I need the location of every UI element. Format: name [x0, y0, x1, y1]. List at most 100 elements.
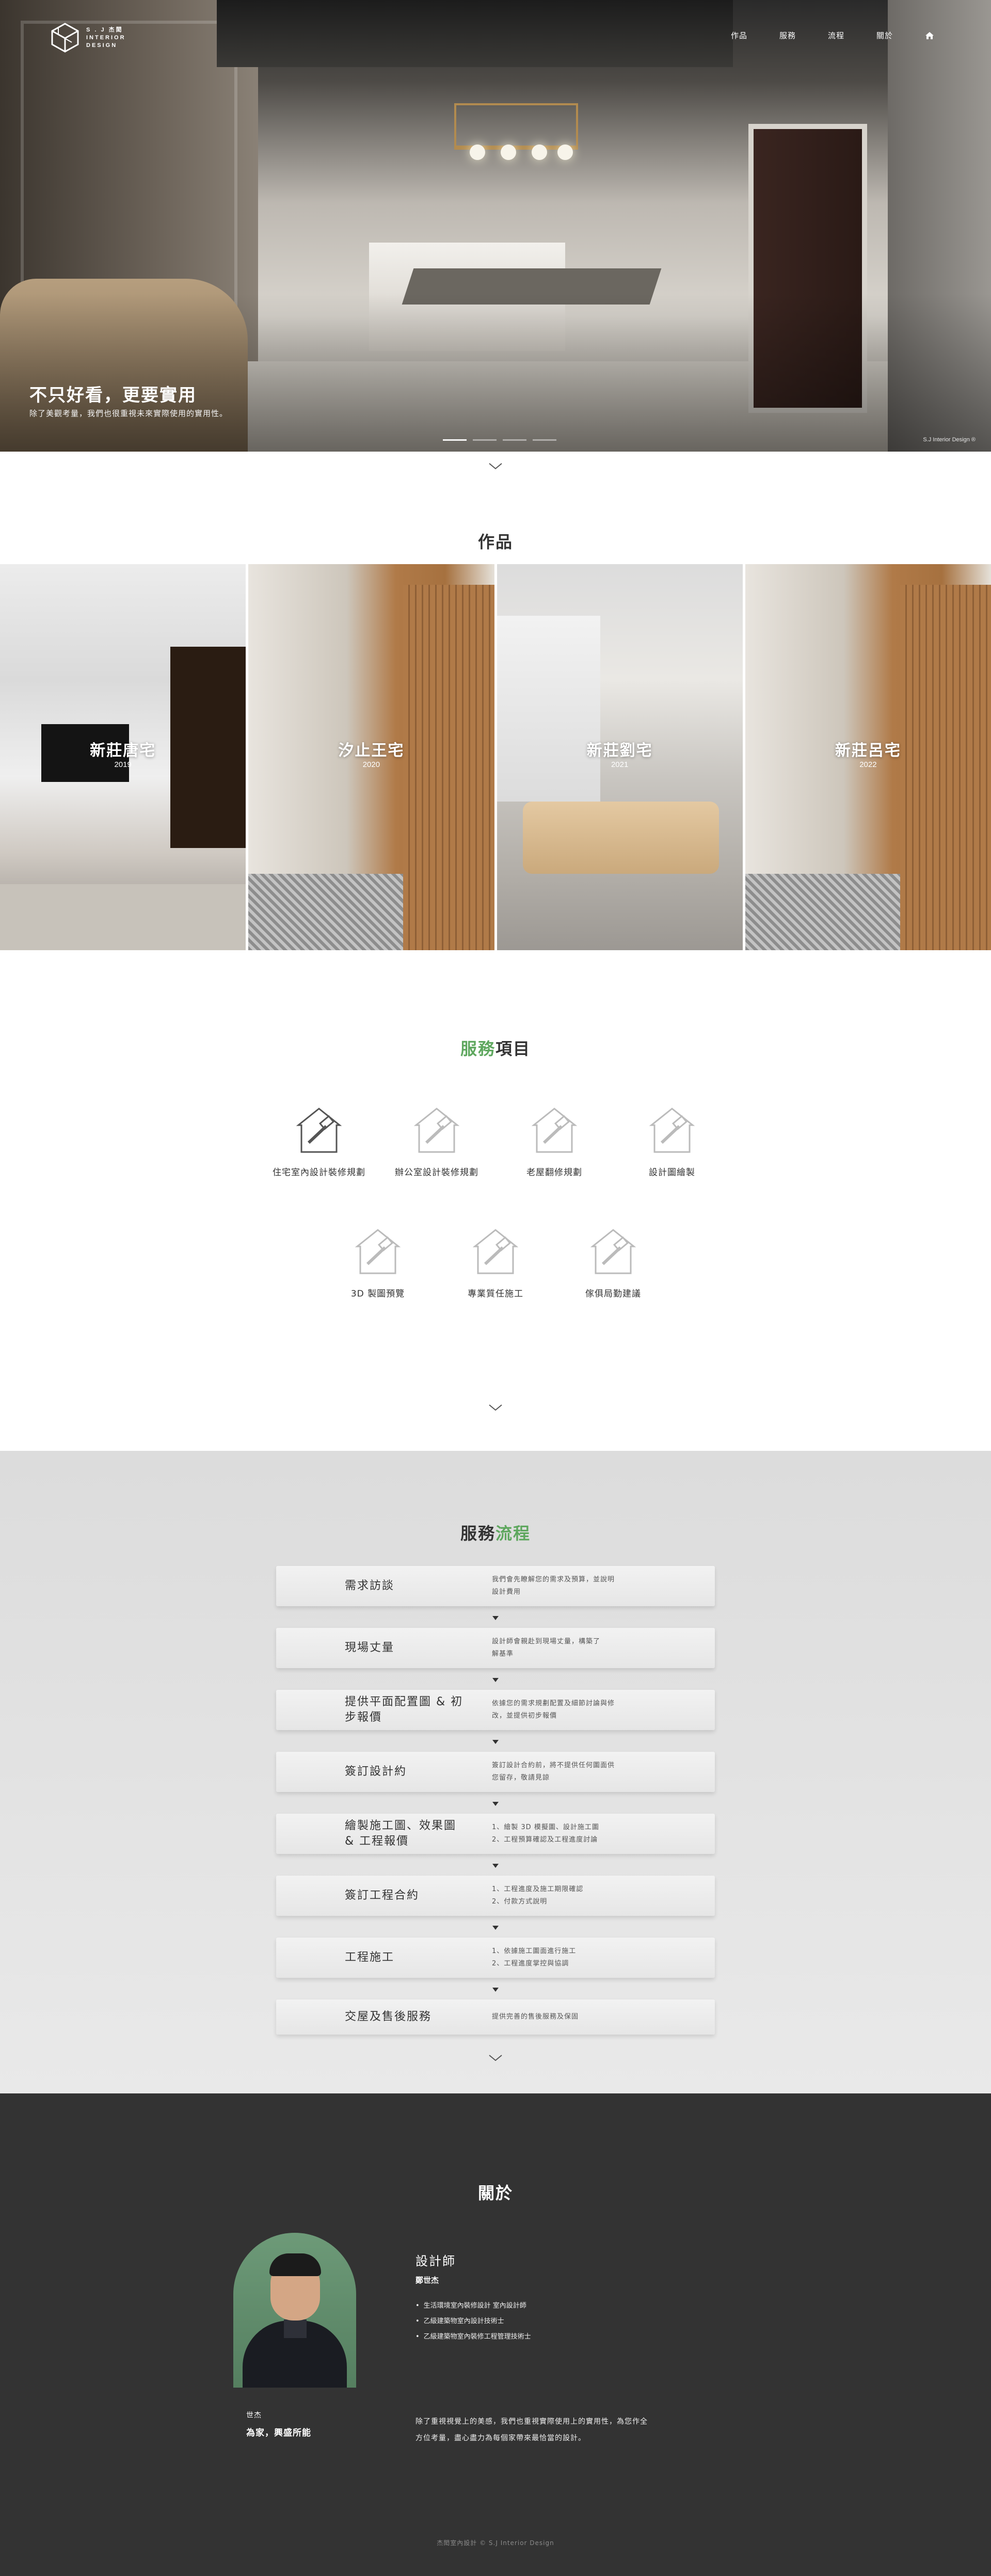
service-label: 住宅室內設計裝修規劃	[273, 1167, 365, 1178]
brand-logo[interactable]: S . J 杰閎 INTERIOR DESIGN	[49, 22, 126, 54]
service-item[interactable]: 設計圖繪製	[623, 1105, 721, 1180]
nav-process[interactable]: 流程	[828, 30, 844, 41]
step-desc-line: 2、付款方式說明	[492, 1898, 548, 1906]
work-name: 新莊呂宅	[835, 742, 901, 760]
step-description: 設計師會親赴到現場丈量，構築了 解基準	[492, 1628, 662, 1668]
service-label: 設計圖繪製	[649, 1167, 695, 1178]
work-photo-tiles	[745, 874, 900, 950]
service-item[interactable]: 辦公室設計裝修規劃	[388, 1105, 486, 1180]
slider-dot[interactable]	[533, 439, 556, 441]
work-photo-floor	[0, 884, 246, 950]
process-title-plain: 服務	[460, 1524, 496, 1543]
service-label: 專業質任施工	[468, 1289, 523, 1299]
top-navigation: 作品 服務 流程 關於	[731, 30, 934, 41]
work-name: 新莊劉宅	[586, 742, 653, 760]
nav-about[interactable]: 關於	[876, 30, 893, 41]
work-card[interactable]: 汐止王宅 2020	[248, 564, 494, 950]
slider-dot[interactable]	[443, 439, 467, 441]
service-item[interactable]: 3D 製圖預覽	[329, 1226, 427, 1301]
works-gallery: 新莊唐宅 2019 汐止王宅 2020 新莊劉宅 2021 新莊呂宅 2022	[0, 564, 991, 950]
nav-works[interactable]: 作品	[731, 30, 747, 41]
step-arrow-icon	[492, 1988, 499, 1992]
work-card[interactable]: 新莊唐宅 2019	[0, 564, 246, 950]
process-step: 需求訪談 我們會先瞭解您的需求及預算，並說明 設計費用	[276, 1566, 715, 1606]
process-title-accent: 流程	[496, 1524, 531, 1543]
step-desc-line: 解基準	[492, 1650, 514, 1658]
step-desc-line: 1、工程進度及施工期限確認	[492, 1885, 584, 1893]
step-arrow-icon	[492, 1616, 499, 1620]
process-step: 工程施工 1、依據施工圖面進行施工 2、工程進度掌控與協調	[276, 1938, 715, 1978]
step-desc-line: 改，並提供初步報價	[492, 1712, 557, 1720]
service-item[interactable]: 傢俱局勤建議	[564, 1226, 662, 1301]
process-step: 繪製施工圖、效果圖 & 工程報價 1、繪製 3D 模擬圖、設計施工圖 2、工程預…	[276, 1814, 715, 1854]
service-item[interactable]: 住宅室內設計裝修規劃	[270, 1105, 368, 1180]
scroll-down-chevron-icon[interactable]	[488, 462, 503, 470]
house-tools-icon	[296, 1108, 342, 1153]
step-desc-line: 設計師會親赴到現場丈量，構築了	[492, 1638, 601, 1645]
house-tools-icon	[531, 1108, 578, 1153]
about-title: 關於	[477, 2183, 513, 2203]
process-step: 現場丈量 設計師會親赴到現場丈量，構築了 解基準	[276, 1628, 715, 1668]
step-description: 簽訂設計合約前，將不提供任何圖面供 您留存，敬請見諒	[492, 1752, 662, 1792]
logo-line-1: S . J 杰閎	[86, 26, 123, 33]
designer-role: 世杰 為家，興盛所能	[246, 2410, 311, 2438]
designer-portrait	[233, 2233, 356, 2388]
service-item[interactable]: 專業質任施工	[446, 1226, 545, 1301]
step-title: 提供平面配置圖 & 初步報價	[345, 1695, 463, 1724]
hero-title: 不只好看，更要實用	[29, 385, 197, 406]
step-title: 需求訪談	[345, 1579, 395, 1592]
hero-subtitle: 除了美觀考量，我們也很重視未來實際使用的實用性。	[29, 409, 228, 418]
nav-services[interactable]: 服務	[779, 30, 796, 41]
work-name: 汐止王宅	[338, 742, 405, 760]
step-title: 簽訂工程合約	[345, 1889, 420, 1902]
work-card[interactable]: 新莊呂宅 2022	[745, 564, 991, 950]
slider-dot[interactable]	[473, 439, 497, 441]
process-title: 服務流程	[0, 1521, 991, 1544]
hero-credit: S.J Interior Design ®	[923, 437, 976, 443]
step-description: 提供完善的售後服務及保固	[492, 1999, 662, 2035]
about-description: 除了重視視覺上的美感，我們也重視實際使用上的實用性，為您作全方位考量，盡心盡力為…	[415, 2418, 648, 2442]
home-icon[interactable]	[925, 31, 934, 40]
work-photo-sofa	[522, 802, 719, 874]
step-desc-line: 1、繪製 3D 模擬圖、設計施工圖	[492, 1823, 599, 1831]
process-step: 提供平面配置圖 & 初步報價 依據您的需求規劃配置及細節討論與修 改，並提供初步…	[276, 1690, 715, 1730]
service-item[interactable]: 老屋翻修規劃	[505, 1105, 603, 1180]
services-title-rest: 項目	[496, 1039, 531, 1059]
step-desc-line: 設計費用	[492, 1588, 521, 1596]
service-label: 傢俱局勤建議	[585, 1289, 641, 1299]
designer-label: 設計師	[415, 2254, 456, 2268]
step-desc-line: 提供完善的售後服務及保固	[492, 2013, 579, 2021]
work-name: 新莊唐宅	[90, 742, 156, 760]
process-step: 交屋及售後服務 提供完善的售後服務及保固	[276, 1999, 715, 2035]
house-tools-icon	[413, 1108, 460, 1153]
process-step: 簽訂設計約 簽訂設計合約前，將不提供任何圖面供 您留存，敬請見諒	[276, 1752, 715, 1792]
step-arrow-icon	[492, 1678, 499, 1682]
works-title: 作品	[477, 532, 513, 552]
work-card[interactable]: 新莊劉宅 2021	[497, 564, 743, 950]
service-label: 3D 製圖預覽	[350, 1289, 405, 1299]
step-desc-line: 您留存，敬請見諒	[492, 1774, 550, 1782]
step-desc-line: 簽訂設計合約前，將不提供任何圖面供	[492, 1762, 615, 1769]
work-year: 2022	[859, 760, 877, 769]
cube-logo-icon	[51, 23, 79, 53]
scroll-down-chevron-icon[interactable]	[488, 2054, 503, 2061]
scroll-down-chevron-icon[interactable]	[488, 1404, 503, 1411]
hero-banner: S . J 杰閎 INTERIOR DESIGN 作品 服務 流程 關於 不只好…	[0, 0, 991, 452]
step-title: 交屋及售後服務	[345, 2010, 432, 2023]
work-photo-window	[497, 616, 600, 802]
slider-dot[interactable]	[503, 439, 526, 441]
step-description: 1、繪製 3D 模擬圖、設計施工圖 2、工程預算確認及工程進度討論	[492, 1814, 662, 1854]
work-photo-tiles	[248, 874, 404, 950]
brand-logo-text: S . J 杰閎 INTERIOR DESIGN	[86, 26, 126, 50]
process-step: 簽訂工程合約 1、工程進度及施工期限確認 2、付款方式說明	[276, 1876, 715, 1916]
house-tools-icon	[355, 1229, 401, 1274]
services-title: 服務項目	[0, 1036, 991, 1060]
step-description: 1、工程進度及施工期限確認 2、付款方式說明	[492, 1876, 662, 1916]
logo-line-2: INTERIOR	[86, 34, 126, 41]
service-label: 辦公室設計裝修規劃	[395, 1167, 478, 1178]
credential-item: 乙級建築物室內設計技術士	[415, 2314, 531, 2329]
role-line-2: 為家，興盛所能	[246, 2428, 311, 2438]
step-description: 1、依據施工圖面進行施工 2、工程進度掌控與協調	[492, 1938, 662, 1978]
step-desc-line: 依據您的需求規劃配置及細節討論與修	[492, 1700, 615, 1707]
step-title: 簽訂設計約	[345, 1765, 407, 1778]
